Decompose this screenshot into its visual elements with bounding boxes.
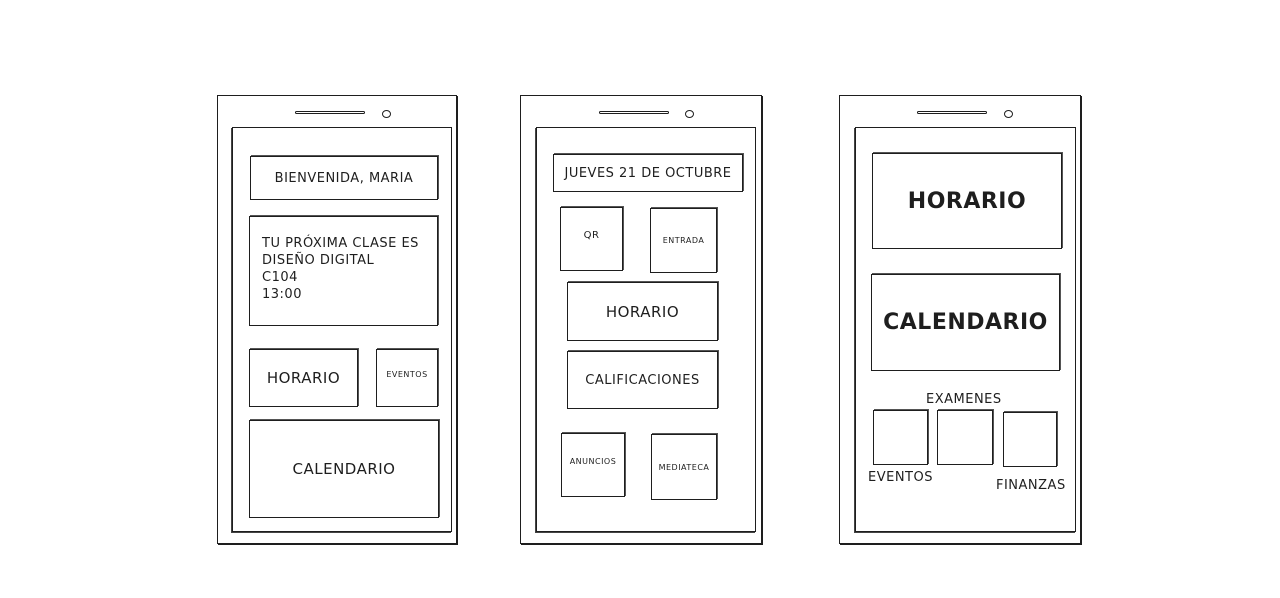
horario-button[interactable]: Horario <box>249 349 358 407</box>
speaker <box>599 111 669 114</box>
qr-label: QR <box>583 229 600 241</box>
next-class-line1: Tu próxima clase es <box>262 236 419 251</box>
anuncios-label: Anuncios <box>569 456 617 466</box>
speaker <box>917 111 987 114</box>
horario-button[interactable]: Horario <box>872 153 1062 249</box>
camera-icon <box>382 110 391 118</box>
date-banner: Jueves 21 de octubre <box>553 154 743 192</box>
qr-button[interactable]: QR <box>560 207 623 271</box>
calendario-button[interactable]: Calendario <box>249 420 439 518</box>
phone-mockup-3: Horario Calendario Examenes Eventos Fina… <box>839 95 1081 544</box>
horario-label: Horario <box>605 302 680 321</box>
eventos-label: Eventos <box>386 369 428 379</box>
horario-label: Horario <box>907 188 1027 214</box>
calificaciones-label: Calificaciones <box>585 372 700 388</box>
next-class-line2: diseño digital <box>262 253 375 268</box>
next-class-card[interactable]: Tu próxima clase es diseño digital C104 … <box>249 216 438 326</box>
camera-icon <box>1004 110 1013 118</box>
calendario-button[interactable]: Calendario <box>871 274 1060 371</box>
anuncios-button[interactable]: Anuncios <box>561 433 625 497</box>
mediateca-button[interactable]: Mediateca <box>651 434 717 500</box>
entrada-button[interactable]: Entrada <box>650 208 717 273</box>
phone-mockup-1: Bienvenida, Maria Tu próxima clase es di… <box>217 95 457 544</box>
eventos-tile[interactable] <box>873 410 928 465</box>
horario-button[interactable]: Horario <box>567 282 718 341</box>
camera-icon <box>685 110 694 118</box>
eventos-label: Eventos <box>868 470 933 485</box>
calendario-label: Calendario <box>292 460 396 478</box>
entrada-label: Entrada <box>662 236 705 245</box>
eventos-button[interactable]: Eventos <box>376 349 438 407</box>
screen: Horario Calendario Examenes Eventos Fina… <box>855 127 1076 532</box>
calificaciones-button[interactable]: Calificaciones <box>567 351 718 409</box>
horario-label: Horario <box>266 369 341 387</box>
phone-mockup-2: Jueves 21 de octubre QR Entrada Horario … <box>520 95 762 544</box>
class-room: C104 <box>262 270 298 285</box>
date-text: Jueves 21 de octubre <box>564 165 732 181</box>
speaker <box>295 111 365 114</box>
class-time: 13:00 <box>262 287 302 302</box>
welcome-banner: Bienvenida, Maria <box>250 156 438 200</box>
finanzas-tile[interactable] <box>1003 412 1057 467</box>
finanzas-label: Finanzas <box>996 478 1066 493</box>
welcome-text: Bienvenida, Maria <box>274 170 414 186</box>
examenes-label: Examenes <box>926 392 1002 407</box>
examenes-tile[interactable] <box>937 410 993 465</box>
calendario-label: Calendario <box>883 310 1048 335</box>
screen: Jueves 21 de octubre QR Entrada Horario … <box>536 127 756 532</box>
mediateca-label: Mediateca <box>658 462 710 472</box>
screen: Bienvenida, Maria Tu próxima clase es di… <box>232 127 452 532</box>
